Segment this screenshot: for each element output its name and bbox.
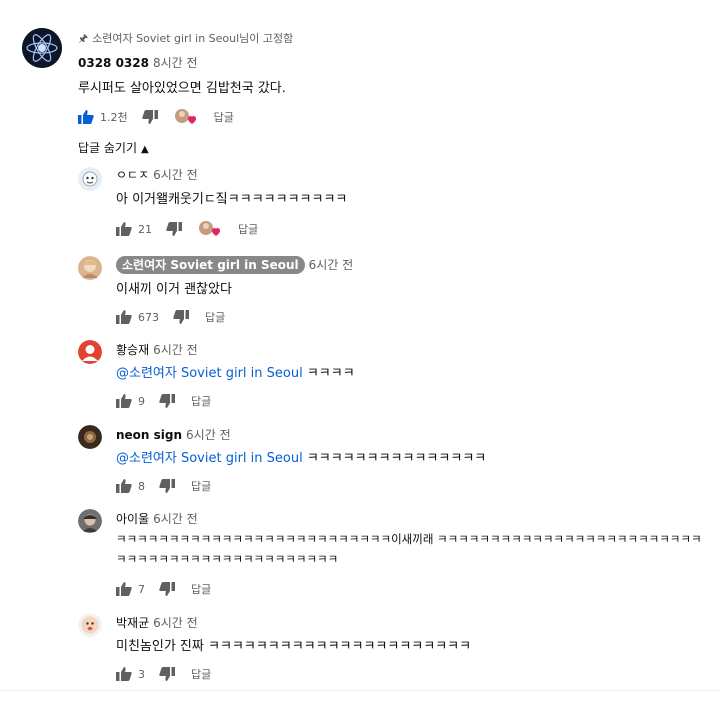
reply-text: ㅋㅋㅋㅋㅋㅋㅋㅋㅋㅋㅋㅋㅋㅋㅋㅋㅋㅋㅋㅋㅋㅋㅋㅋㅋㅋ이새끼래 ㅋㅋㅋㅋㅋㅋㅋㅋㅋ… [116,532,702,566]
reply-header: 박재균 6시간 전 [116,614,198,631]
thumbs-down-icon[interactable] [159,582,175,596]
reply-reply-button[interactable]: 답글 [238,221,258,237]
reply-reply-button[interactable]: 답글 [205,309,225,325]
reply-actions: 7 답글 [116,580,211,598]
thumbs-up-icon[interactable] [116,394,132,408]
reply-time[interactable]: 6시간 전 [153,616,198,630]
top-comment-like-count: 1.2천 [100,111,128,124]
creator-author-chip[interactable]: 소련여자 Soviet girl in Seoul [116,256,305,274]
mention-link[interactable]: @소련여자 Soviet girl in Seoul [116,451,303,466]
top-comment-actions: 1.2천 답글 [78,108,234,126]
reply-avatar[interactable] [78,340,102,364]
creator-avatar[interactable] [78,256,102,280]
creator-heart-badge [174,108,196,126]
reply-header: 아이울 6시간 전 [116,510,198,527]
reply-like-count: 21 [138,222,152,236]
reply-like-count: 7 [138,582,145,596]
reply-time[interactable]: 6시간 전 [186,428,231,442]
reply-reply-button[interactable]: 답글 [191,393,211,409]
thumbs-up-icon[interactable] [116,310,132,324]
reply-author[interactable]: 황승재 [116,343,149,357]
top-comment-reply-button[interactable]: 답글 [214,109,234,125]
heart-icon [199,221,220,236]
chevron-up-icon: ▲ [141,144,149,155]
pinned-text: 소련여자 Soviet girl in Seoul님이 고정함 [92,32,294,45]
creator-heart-badge [198,220,220,238]
reply-actions: 673 답글 [116,308,225,326]
thumbs-up-icon[interactable] [116,667,132,681]
reply-text-container: @소련여자 Soviet girl in Seoul ㅋㅋㅋㅋ [116,362,355,381]
reply-actions: 9 답글 [116,392,211,410]
reply-avatar[interactable] [78,509,102,533]
reply-author[interactable]: 아이울 [116,512,149,526]
pinned-label: 🖈 소련여자 Soviet girl in Seoul님이 고정함 [78,30,293,49]
thumbs-down-icon[interactable] [159,479,175,493]
hide-replies-button[interactable]: 답글 숨기기 ▲ [78,139,149,156]
top-comment-author[interactable]: 0328 0328 [78,56,149,70]
thumbs-up-icon[interactable] [116,582,132,596]
thumbs-down-icon[interactable] [173,310,189,324]
reply-header: 소련여자 Soviet girl in Seoul 6시간 전 [116,256,354,274]
reply-like-count: 8 [138,479,145,493]
top-comment-header: 0328 0328 8시간 전 [78,54,198,71]
reply-author[interactable]: neon sign [116,428,182,442]
reply-text-container: @소련여자 Soviet girl in Seoul ㅋㅋㅋㅋㅋㅋㅋㅋㅋㅋㅋㅋㅋ… [116,447,486,466]
reply-avatar[interactable] [78,425,102,449]
top-comment-time[interactable]: 8시간 전 [153,56,198,70]
thumbs-down-icon[interactable] [141,110,158,124]
reply-reply-button[interactable]: 답글 [191,478,211,494]
reply-text: 아 이거왤캐웃기ㄷ짘ㅋㅋㅋㅋㅋㅋㅋㅋㅋㅋ [116,192,348,207]
reply-avatar[interactable] [78,167,102,191]
thumbs-down-icon[interactable] [166,222,182,236]
reply-time[interactable]: 6시간 전 [153,343,198,357]
reply-text: ㅋㅋㅋㅋ [302,366,355,381]
reply-actions: 8 답글 [116,477,211,495]
heart-icon [174,109,196,124]
bottom-edge [0,690,720,711]
reply-header: neon sign 6시간 전 [116,426,231,443]
thumbs-down-icon[interactable] [159,667,175,681]
thumbs-down-icon[interactable] [159,394,175,408]
reply-author[interactable]: 박재균 [116,616,149,630]
reply-actions: 3 답글 [116,665,211,683]
reply-text: ㅋㅋㅋㅋㅋㅋㅋㅋㅋㅋㅋㅋㅋㅋㅋ [302,451,487,466]
reply-text: 이새끼 이거 괜찮았다 [116,282,232,297]
reply-header: ㅇㄷㅈ 6시간 전 [116,166,198,183]
reply-like-count: 3 [138,667,145,681]
thumbs-up-icon[interactable] [78,110,94,124]
reply-reply-button[interactable]: 답글 [191,666,211,682]
reply-time[interactable]: 6시간 전 [153,168,198,182]
reply-header: 황승재 6시간 전 [116,341,198,358]
thumbs-up-icon[interactable] [116,479,132,493]
reply-like-count: 673 [138,310,159,324]
reply-like-count: 9 [138,394,145,408]
reply-reply-button[interactable]: 답글 [191,581,211,597]
reply-time[interactable]: 6시간 전 [153,512,198,526]
thumbs-up-icon[interactable] [116,222,132,236]
reply-actions: 21 답글 [116,220,258,238]
mention-link[interactable]: @소련여자 Soviet girl in Seoul [116,366,303,381]
pin-icon: 🖈 [78,32,89,45]
top-comment-text: 루시퍼도 살아있었으면 김밥천국 갔다. [78,81,286,96]
hide-replies-label: 답글 숨기기 [78,141,138,155]
reply-avatar[interactable] [78,613,102,637]
reply-text: 미친놈인가 진짜 ㅋㅋㅋㅋㅋㅋㅋㅋㅋㅋㅋㅋㅋㅋㅋㅋㅋㅋㅋㅋㅋㅋ [116,639,472,654]
reply-author[interactable]: ㅇㄷㅈ [116,168,149,182]
reply-time[interactable]: 6시간 전 [309,258,354,272]
top-comment-avatar[interactable] [22,28,62,68]
